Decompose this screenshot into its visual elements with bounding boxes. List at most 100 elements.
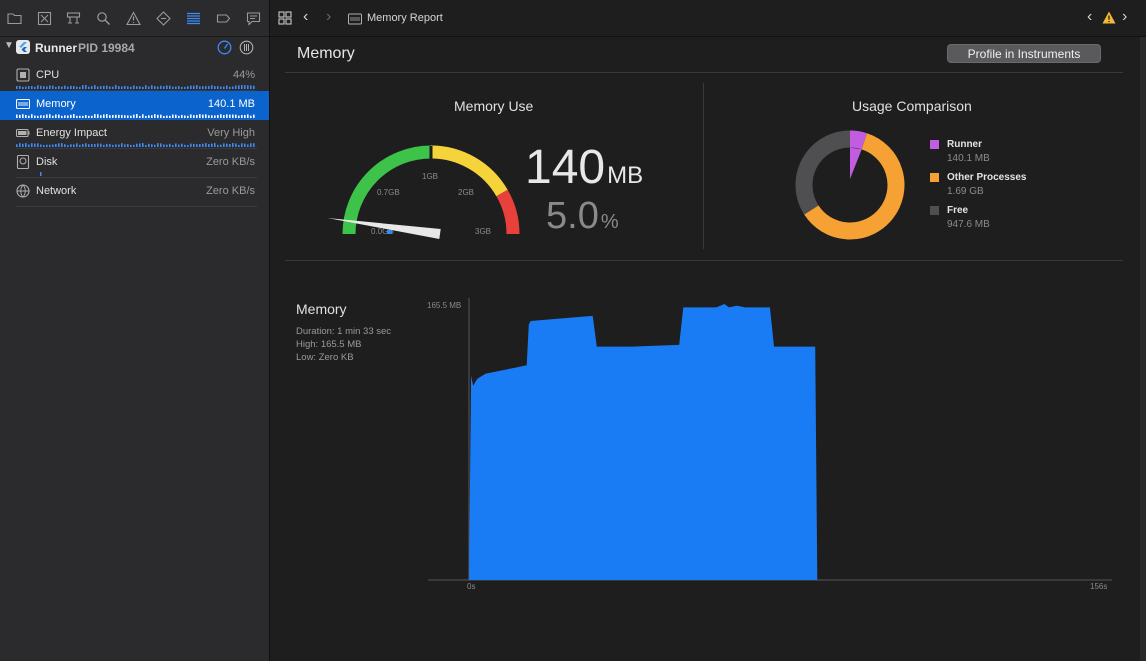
sparkline-tick <box>37 85 39 89</box>
sparkline-tick <box>154 144 156 147</box>
sparkline-tick <box>100 86 102 89</box>
gauge-label-3: 2GB <box>458 188 474 197</box>
donut-slice-runner <box>849 130 867 150</box>
memory-use-value: 140MB <box>525 140 643 195</box>
sparkline-tick <box>163 86 165 89</box>
legend-name: Free <box>947 205 969 216</box>
report-icon[interactable] <box>246 11 261 26</box>
sparkline-tick <box>217 114 219 118</box>
sparkline-tick <box>127 115 129 118</box>
sparkline-tick <box>184 115 186 118</box>
legend-swatch <box>930 140 939 149</box>
report-title: Memory <box>297 45 355 62</box>
forward-chevron-icon[interactable]: › <box>326 8 331 26</box>
sparkline-tick <box>100 143 102 147</box>
sparkline-tick <box>178 144 180 147</box>
gauge-row-network[interactable]: Network Zero KB/s <box>0 178 269 207</box>
sparkline-tick <box>220 114 222 118</box>
sparkline-tick <box>169 85 171 89</box>
sparkline-tick <box>73 144 75 147</box>
sparkline-tick <box>217 86 219 89</box>
previous-issue-chevron-icon[interactable]: ‹ <box>1087 8 1092 26</box>
sparkline-tick <box>223 86 225 89</box>
sparkline-tick <box>73 114 75 118</box>
vertical-scrollbar[interactable] <box>1140 37 1146 661</box>
back-chevron-icon[interactable]: ‹ <box>303 8 308 26</box>
next-issue-chevron-icon[interactable]: › <box>1122 8 1127 26</box>
sparkline-tick <box>181 143 183 147</box>
sparkline-tick <box>208 115 210 118</box>
related-items-grid-icon[interactable] <box>278 11 292 25</box>
sparkline-tick <box>82 144 84 147</box>
sparkline-tick <box>136 114 138 118</box>
sparkline-tick <box>151 115 153 118</box>
sparkline-tick <box>202 114 204 118</box>
breakpoint-icon[interactable] <box>216 11 231 26</box>
sparkline-tick <box>76 115 78 118</box>
process-pid: PID 19984 <box>78 41 135 55</box>
source-control-icon[interactable] <box>37 11 52 26</box>
sparkline-tick <box>193 85 195 89</box>
legend-name: Other Processes <box>947 172 1027 183</box>
sparkline-tick <box>133 114 135 118</box>
sparkline-tick <box>139 115 141 118</box>
profile-in-instruments-button[interactable]: Profile in Instruments <box>947 44 1101 63</box>
sparkline-tick <box>229 143 231 147</box>
sparkline-tick <box>211 143 213 147</box>
y-max-label: 165.5 MB <box>427 301 461 310</box>
sparkline-tick <box>31 114 33 118</box>
gauge-row-cpu[interactable]: CPU 44% <box>0 62 269 91</box>
jump-bar-title[interactable]: Memory Report <box>367 12 443 24</box>
sparkline-tick <box>211 115 213 118</box>
sparkline-tick <box>58 143 60 147</box>
folder-icon[interactable] <box>7 11 22 26</box>
sparkline-tick <box>52 144 54 147</box>
warning-icon[interactable] <box>1102 11 1116 24</box>
legend-swatch <box>930 173 939 182</box>
sparkline-tick <box>187 144 189 147</box>
sparkline-tick <box>226 85 228 89</box>
debug-icon[interactable] <box>186 11 201 26</box>
test-icon[interactable] <box>156 11 171 26</box>
sparkline-tick <box>211 85 213 89</box>
sparkline-tick <box>76 86 78 89</box>
sparkline-tick <box>73 86 75 89</box>
sparkline-tick <box>121 114 123 118</box>
sparkline-tick <box>199 114 201 118</box>
donut-slice-free <box>795 130 851 215</box>
sparkline-tick <box>247 85 249 89</box>
sparkline-tick <box>142 143 144 147</box>
sparkline-tick <box>46 86 48 89</box>
gauge-row-energy[interactable]: Energy Impact Very High <box>0 120 269 149</box>
gauge-row-disk[interactable]: Disk Zero KB/s <box>0 149 269 178</box>
speedometer-icon[interactable] <box>217 40 232 55</box>
issue-icon[interactable] <box>126 11 141 26</box>
sparkline-tick <box>55 86 57 89</box>
find-icon[interactable] <box>96 11 111 26</box>
legend-value: 1.69 GB <box>947 186 984 197</box>
sparkline-tick <box>58 86 60 89</box>
sparkline-tick <box>196 114 198 118</box>
sparkline-tick <box>208 144 210 147</box>
sparkline-tick <box>181 86 183 89</box>
disclosure-triangle-icon[interactable]: ▼ <box>4 40 14 51</box>
sparkline-tick <box>196 144 198 147</box>
sparkline-tick <box>175 114 177 118</box>
gauge-arc-yellow <box>430 145 508 197</box>
divider <box>285 260 1123 261</box>
process-row[interactable]: ▼ Runner PID 19984 <box>0 38 269 58</box>
sparkline-tick <box>82 115 84 118</box>
symbol-icon[interactable] <box>66 11 81 26</box>
thread-view-icon[interactable] <box>239 40 254 55</box>
sparkline-tick <box>34 115 36 118</box>
sparkline-tick <box>226 114 228 118</box>
sparkline-tick <box>34 86 36 89</box>
cpu-sparkline <box>16 85 255 89</box>
sparkline-tick <box>31 143 33 147</box>
sparkline-tick <box>43 115 45 118</box>
sparkline-tick <box>16 114 18 118</box>
gauge-row-memory[interactable]: Memory 140.1 MB <box>0 91 269 120</box>
sparkline-tick <box>37 143 39 147</box>
graph-low: Low: Zero KB <box>296 352 354 363</box>
memory-graph: 165.5 MB 0s 156s <box>427 298 1112 591</box>
